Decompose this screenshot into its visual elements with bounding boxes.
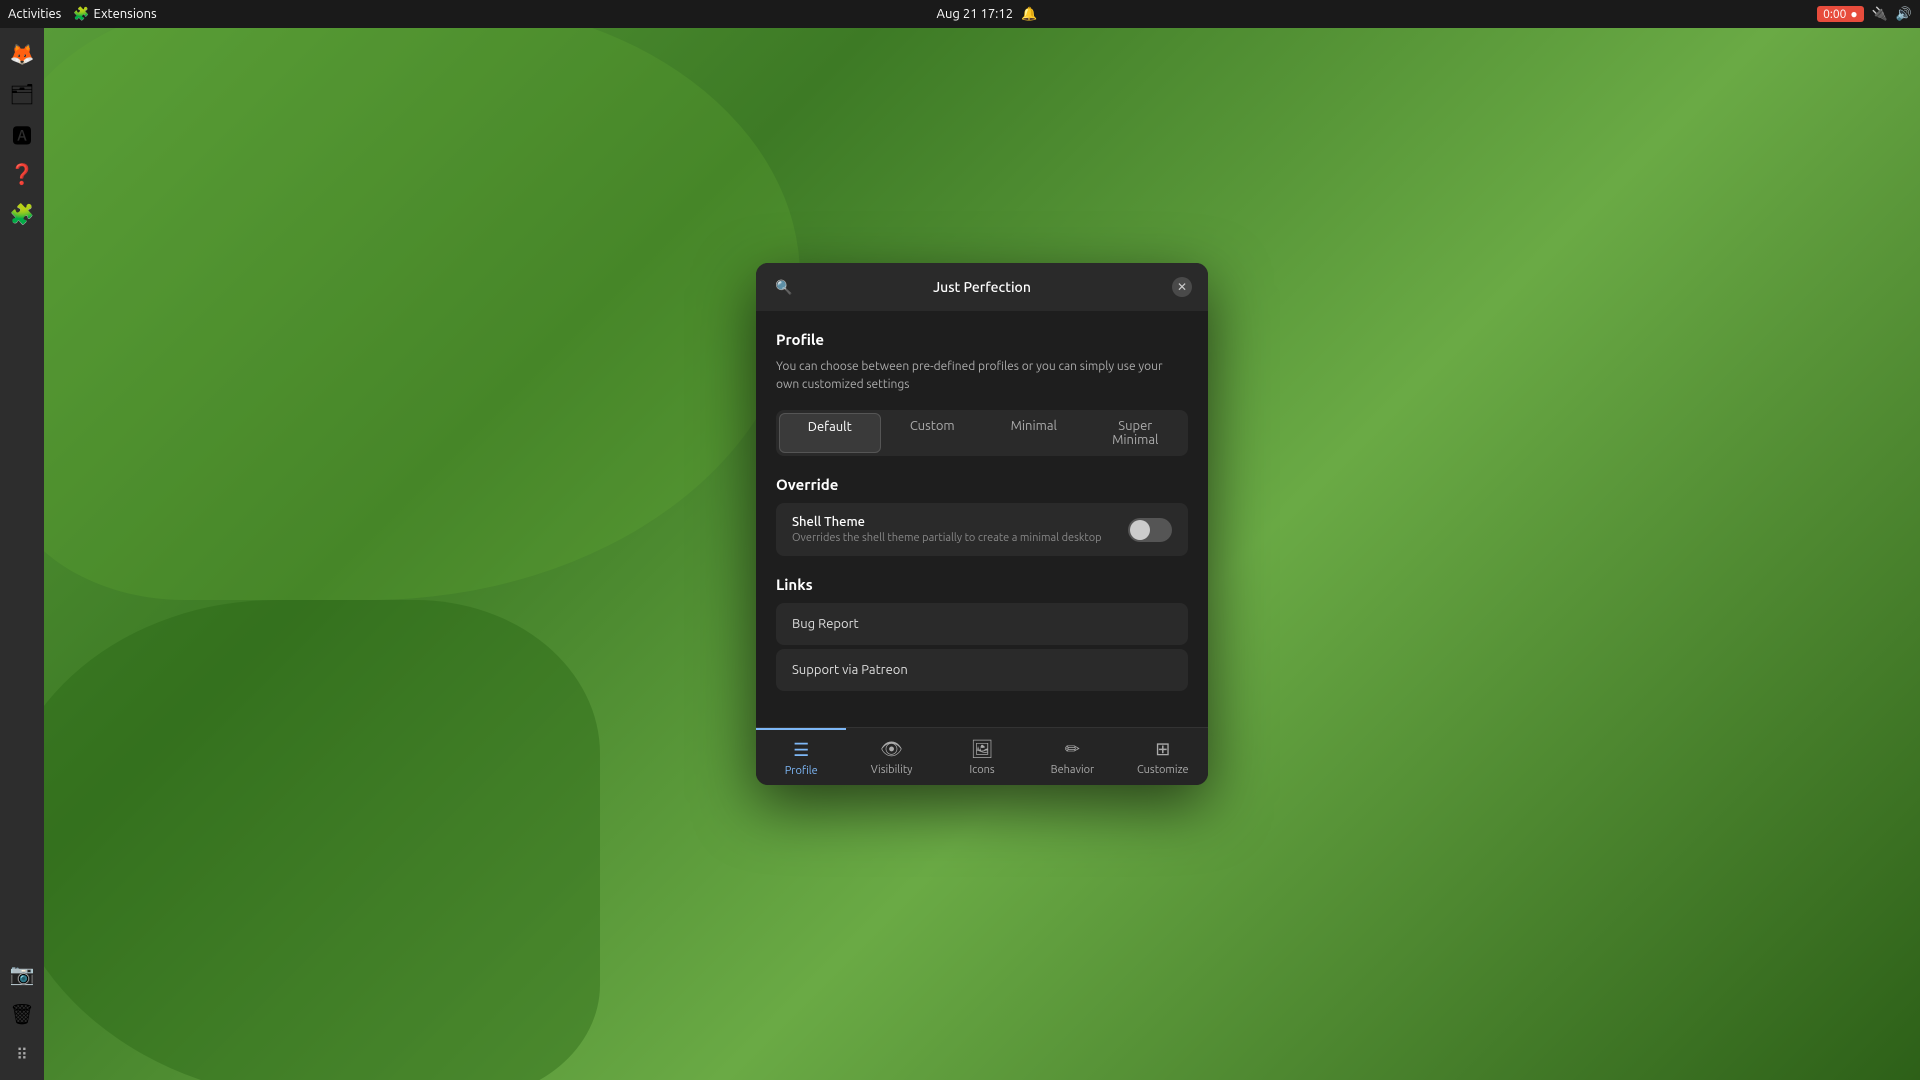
apps-grid-button[interactable]: ⠿ [4, 1036, 40, 1072]
volume-icon: 🔊 [1896, 7, 1912, 22]
links-heading: Links [776, 576, 1188, 593]
override-heading: Override [776, 476, 1188, 493]
links-section: Links Bug Report Support via Patreon [776, 576, 1188, 691]
sidebar: 🦊 🗂 🅰 ❓ 🧩 📷 🗑 ⠿ [0, 28, 44, 1080]
sidebar-item-trash[interactable]: 🗑 [4, 996, 40, 1032]
sidebar-item-firefox[interactable]: 🦊 [4, 36, 40, 72]
icons-nav-icon: 🖼 [971, 739, 994, 760]
activities-button[interactable]: Activities [8, 7, 61, 21]
network-icon: 🔌 [1872, 7, 1888, 22]
topbar: Activities 🧩 Extensions Aug 21 17:12 🔔 0… [0, 0, 1920, 28]
visibility-nav-label: Visibility [871, 764, 913, 776]
tab-minimal[interactable]: Minimal [984, 413, 1084, 453]
close-button[interactable]: ✕ [1172, 277, 1192, 297]
behavior-nav-icon: ✏ [1065, 739, 1080, 760]
customize-nav-icon: ⊞ [1155, 739, 1170, 760]
sidebar-item-screenshot[interactable]: 📷 [4, 956, 40, 992]
shell-theme-desc: Overrides the shell theme partially to c… [792, 532, 1102, 544]
visibility-nav-icon: 👁 [880, 739, 903, 760]
behavior-nav-label: Behavior [1051, 764, 1095, 776]
extensions-icon: 🧩 [73, 7, 89, 22]
extensions-button[interactable]: 🧩 Extensions [73, 7, 156, 22]
shell-theme-toggle[interactable] [1128, 518, 1172, 542]
shell-theme-label: Shell Theme [792, 515, 1102, 529]
sidebar-item-files[interactable]: 🗂 [4, 76, 40, 112]
footer-tab-icons[interactable]: 🖼 Icons [937, 729, 1027, 784]
footer-tab-behavior[interactable]: ✏ Behavior [1027, 729, 1117, 784]
patreon-link[interactable]: Support via Patreon [776, 649, 1188, 691]
just-perfection-dialog: 🔍 Just Perfection ✕ Profile You can choo… [756, 263, 1208, 785]
profile-heading: Profile [776, 331, 1188, 348]
profile-nav-icon: ☰ [793, 740, 809, 761]
tab-super-minimal[interactable]: Super Minimal [1086, 413, 1186, 453]
dialog-body: Profile You can choose between pre-defin… [756, 311, 1208, 727]
profile-nav-label: Profile [785, 765, 818, 777]
dialog-titlebar: 🔍 Just Perfection ✕ [756, 263, 1208, 311]
alarm-icon: 🔔 [1021, 7, 1037, 22]
toggle-thumb [1130, 520, 1150, 540]
footer-tab-customize[interactable]: ⊞ Customize [1118, 729, 1208, 784]
profile-section: Profile You can choose between pre-defin… [776, 331, 1188, 456]
record-dot: ● [1850, 7, 1857, 21]
customize-nav-label: Customize [1137, 764, 1189, 776]
dialog-footer: ☰ Profile 👁 Visibility 🖼 Icons ✏ Behavio… [756, 727, 1208, 785]
bug-report-link[interactable]: Bug Report [776, 603, 1188, 645]
footer-tab-profile[interactable]: ☰ Profile [756, 728, 846, 785]
dialog-title: Just Perfection [832, 279, 1132, 295]
sidebar-item-help[interactable]: ❓ [4, 156, 40, 192]
record-badge: 0:00 ● [1817, 6, 1864, 22]
icons-nav-label: Icons [969, 764, 994, 776]
footer-tab-visibility[interactable]: 👁 Visibility [846, 729, 936, 784]
shell-theme-card: Shell Theme Overrides the shell theme pa… [776, 503, 1188, 556]
shell-theme-info: Shell Theme Overrides the shell theme pa… [792, 515, 1102, 544]
dialog-overlay: 🔍 Just Perfection ✕ Profile You can choo… [44, 28, 1920, 1080]
tab-custom[interactable]: Custom [883, 413, 983, 453]
override-section: Override Shell Theme Overrides the shell… [776, 476, 1188, 556]
search-button[interactable]: 🔍 [772, 275, 796, 299]
sidebar-item-extensions[interactable]: 🧩 [4, 196, 40, 232]
tab-default[interactable]: Default [779, 413, 881, 453]
profile-description: You can choose between pre-defined profi… [776, 358, 1188, 394]
profile-tabs: Default Custom Minimal Super Minimal [776, 410, 1188, 456]
datetime-display: Aug 21 17:12 [937, 7, 1014, 21]
sidebar-item-software[interactable]: 🅰 [4, 116, 40, 152]
